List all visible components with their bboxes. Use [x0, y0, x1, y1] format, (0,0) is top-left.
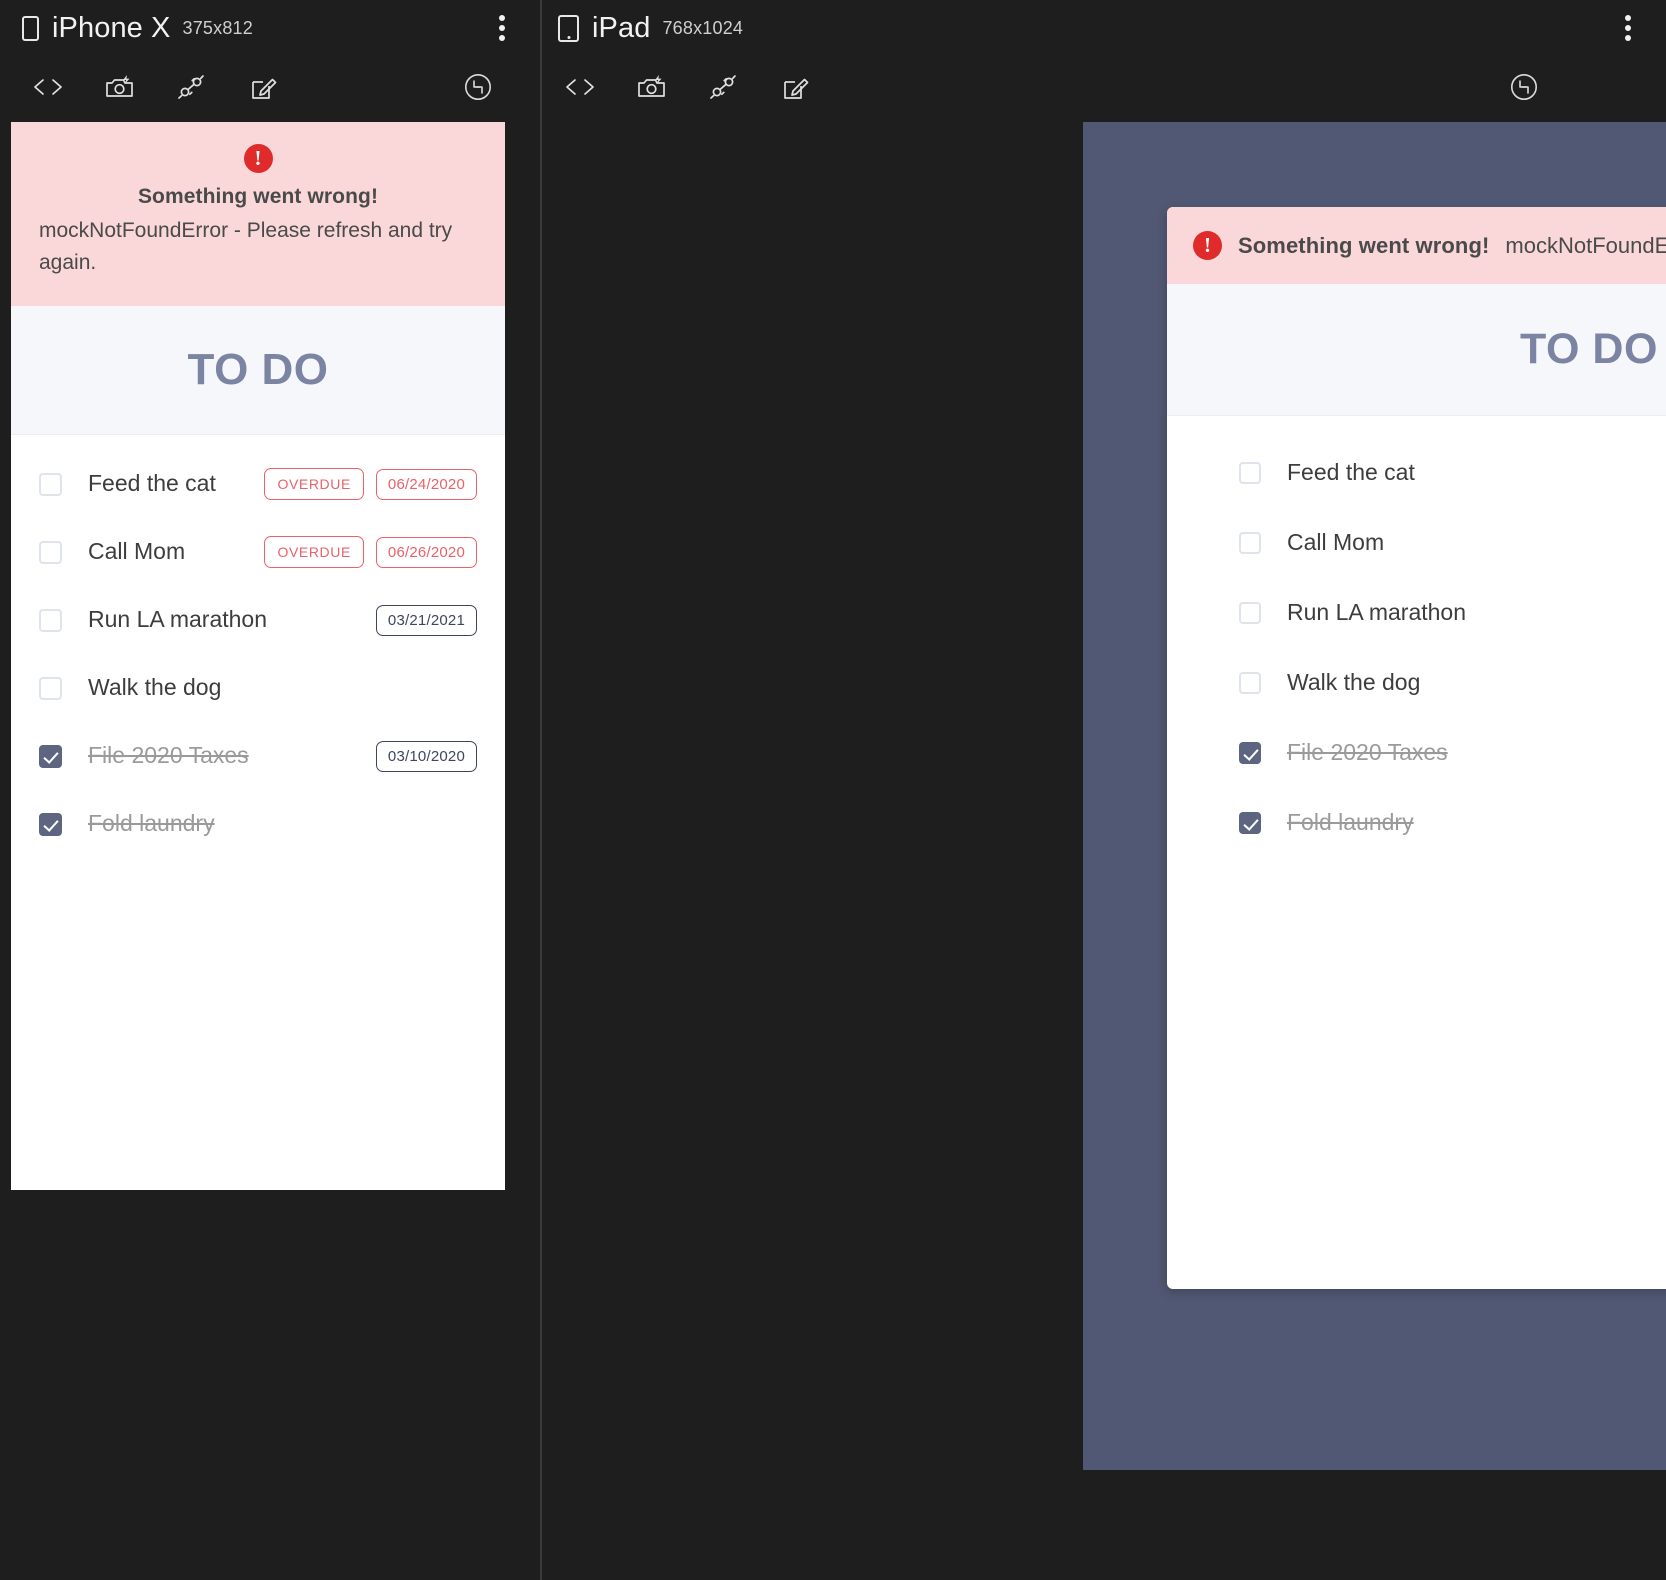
device-preview-stage: iPhone X 375x812 ! Something went wrong!… [0, 0, 1666, 1580]
device-pane-iphone: iPhone X 375x812 ! Something went wrong!… [0, 0, 540, 1580]
todo-checkbox[interactable] [1239, 532, 1261, 554]
todo-badges: 03/10/2020 [375, 740, 477, 772]
more-vertical-icon[interactable] [1618, 12, 1638, 44]
alert-message: mockNotFoundError - Please refresh and t… [1505, 232, 1666, 258]
viewport-iphone: ! Something went wrong! mockNotFoundErro… [11, 122, 505, 1190]
rotate-expand-icon[interactable] [456, 65, 500, 109]
todo-label: File 2020 Taxes [88, 742, 249, 769]
todo-row[interactable]: Feed the cat OVERDUE 06/24/2020 [39, 461, 477, 507]
todo-row[interactable]: Walk the dog [39, 665, 477, 711]
error-alert-ipad: ! Something went wrong! mockNotFoundErro… [1167, 207, 1666, 284]
todo-row[interactable]: Call Mom OVERDUE 06/26/2020 [39, 529, 477, 575]
todo-row[interactable]: File 2020 Taxes 03/10/2020 [39, 733, 477, 779]
due-date-badge[interactable]: 06/24/2020 [375, 468, 477, 500]
alert-title: Something went wrong! [137, 185, 379, 208]
todo-checkbox[interactable] [39, 744, 62, 768]
overdue-badge: OVERDUE [264, 536, 364, 568]
todo-label: Feed the cat [88, 470, 216, 497]
due-date-badge[interactable]: 03/10/2020 [375, 740, 477, 772]
todo-row[interactable]: Walk the dog [1239, 660, 1666, 706]
camera-flash-icon[interactable] [98, 65, 142, 109]
page-title: TO DO [187, 345, 329, 394]
app-title-band-iphone: TO DO [11, 306, 505, 435]
app-card-ipad: ! Something went wrong! mockNotFoundErro… [1167, 207, 1666, 1289]
todo-checkbox[interactable] [1239, 672, 1261, 694]
edit-square-icon[interactable] [242, 65, 286, 109]
todo-label: Fold laundry [1287, 809, 1414, 836]
rotate-expand-icon[interactable] [1502, 65, 1546, 109]
todo-list-ipad: Feed the cat OVERDUE 06/24/2020 Call Mom… [1167, 416, 1666, 846]
todo-checkbox[interactable] [39, 608, 62, 632]
todo-row[interactable]: Feed the cat OVERDUE 06/24/2020 [1239, 450, 1666, 496]
alert-title: Something went wrong! [1238, 232, 1490, 258]
page-title: TO DO [1520, 325, 1658, 373]
phone-icon [22, 15, 39, 41]
plug-connector-icon[interactable] [170, 65, 214, 109]
todo-label: Run LA marathon [1287, 599, 1467, 626]
more-vertical-icon[interactable] [492, 12, 512, 44]
error-alert-iphone: ! Something went wrong! mockNotFoundErro… [11, 122, 505, 306]
todo-label: File 2020 Taxes [1287, 739, 1448, 766]
todo-label: Walk the dog [1287, 669, 1421, 696]
alert-message: mockNotFoundError - Please refresh and t… [39, 219, 453, 274]
device-dimensions-label: 375x812 [182, 18, 253, 38]
edit-square-icon[interactable] [774, 65, 818, 109]
todo-row[interactable]: File 2020 Taxes 03/10/2020 [1239, 730, 1666, 776]
todo-label: Walk the dog [88, 674, 222, 701]
camera-flash-icon[interactable] [630, 65, 674, 109]
error-exclamation-icon: ! [243, 144, 273, 173]
todo-list-iphone: Feed the cat OVERDUE 06/24/2020 Call Mom… [11, 435, 505, 847]
todo-row[interactable]: Run LA marathon 03/21/2021 [39, 597, 477, 643]
todo-row[interactable]: Fold laundry [1239, 800, 1666, 846]
todo-checkbox[interactable] [39, 540, 62, 564]
todo-checkbox[interactable] [1239, 812, 1261, 834]
overdue-badge: OVERDUE [264, 468, 364, 500]
device-pane-ipad: iPad 768x1024 ! Something went wrong! mo… [540, 0, 1666, 1580]
todo-checkbox[interactable] [39, 812, 62, 836]
todo-checkbox[interactable] [1239, 602, 1261, 624]
todo-badges: OVERDUE 06/26/2020 [264, 536, 477, 568]
todo-checkbox[interactable] [1239, 742, 1261, 764]
due-date-badge[interactable]: 03/21/2021 [375, 604, 477, 636]
viewport-ipad: ! Something went wrong! mockNotFoundErro… [1083, 122, 1666, 1470]
device-header-ipad: iPad 768x1024 [540, 0, 1666, 56]
device-header-iphone: iPhone X 375x812 [0, 0, 540, 56]
code-brackets-icon[interactable] [26, 65, 70, 109]
device-name-label: iPad [592, 11, 651, 44]
device-toolbar-ipad [540, 56, 1666, 118]
app-title-band-ipad: TO DO [1167, 284, 1666, 416]
device-dimensions-label: 768x1024 [662, 18, 744, 38]
todo-checkbox[interactable] [39, 676, 62, 700]
due-date-badge[interactable]: 06/26/2020 [375, 536, 477, 568]
plug-connector-icon[interactable] [702, 65, 746, 109]
todo-label: Call Mom [1287, 529, 1385, 556]
tablet-icon [558, 14, 579, 42]
todo-badges: 03/21/2021 [375, 604, 477, 636]
device-toolbar-iphone [0, 56, 540, 118]
todo-label: Feed the cat [1287, 459, 1415, 486]
todo-label: Call Mom [88, 538, 186, 565]
code-brackets-icon[interactable] [558, 65, 602, 109]
todo-row[interactable]: Fold laundry [39, 801, 477, 847]
todo-row[interactable]: Run LA marathon 03/21/2021 [1239, 590, 1666, 636]
todo-checkbox[interactable] [1239, 462, 1261, 484]
error-exclamation-icon: ! [1193, 231, 1222, 260]
device-name-label: iPhone X [52, 11, 171, 44]
todo-label: Fold laundry [88, 810, 215, 837]
todo-checkbox[interactable] [39, 472, 62, 496]
pane-divider [540, 0, 542, 1580]
todo-row[interactable]: Call Mom OVERDUE 06/26/2020 [1239, 520, 1666, 566]
todo-label: Run LA marathon [88, 606, 268, 633]
todo-badges: OVERDUE 06/24/2020 [264, 468, 477, 500]
